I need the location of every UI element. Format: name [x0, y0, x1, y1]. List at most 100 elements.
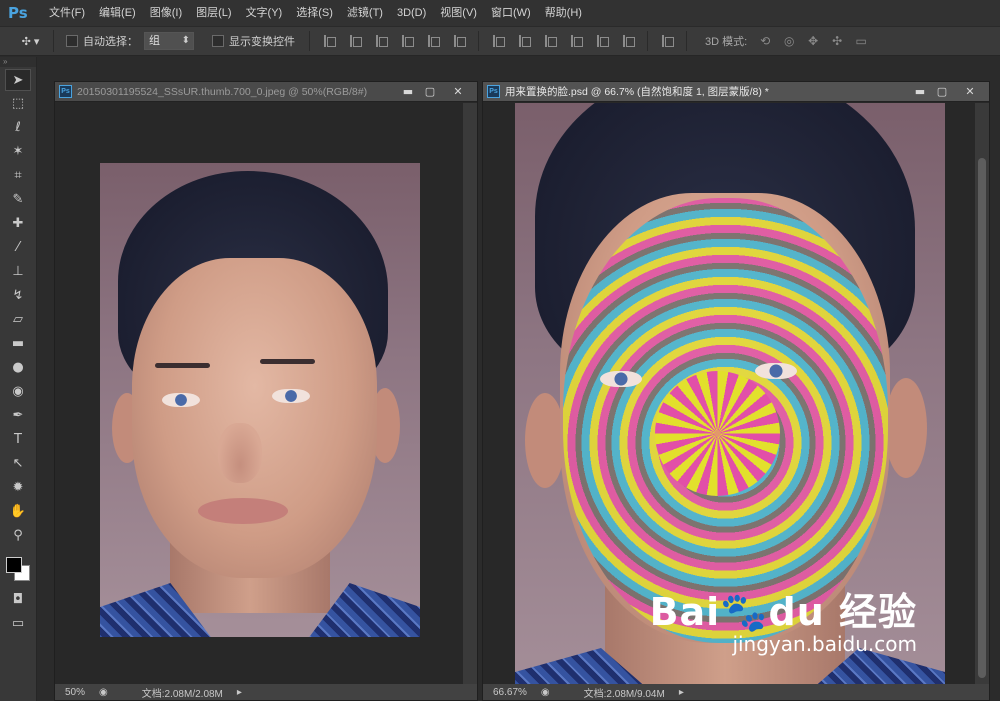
- status-menu-icon[interactable]: ◉: [541, 687, 550, 698]
- align-hcenter-icon[interactable]: [426, 34, 440, 48]
- tools-panel: » ➤ ⬚ ℓ ✶ ⌗ ✎ ✚ ⁄ ⊥ ↯ ▱ ▬ ● ◉ ✒ T ↖ ✹ ✋ …: [0, 57, 37, 701]
- close-button[interactable]: ✕: [447, 84, 469, 100]
- screen-mode-icon[interactable]: ▭: [5, 613, 31, 635]
- menu-image[interactable]: 图像(I): [143, 0, 189, 26]
- gradient-tool-icon[interactable]: ▬: [5, 333, 31, 355]
- menu-filter[interactable]: 滤镜(T): [340, 0, 390, 26]
- history-brush-tool-icon[interactable]: ↯: [5, 285, 31, 307]
- menu-bar: Ps 文件(F) 编辑(E) 图像(I) 图层(L) 文字(Y) 选择(S) 滤…: [0, 0, 1000, 26]
- separator: [647, 31, 648, 51]
- status-menu-icon[interactable]: ◉: [99, 687, 108, 698]
- center-flower-pattern: [655, 371, 780, 496]
- crop-tool-icon[interactable]: ⌗: [5, 165, 31, 187]
- document-title: 20150301195524_SSsUR.thumb.700_0.jpeg @ …: [77, 85, 368, 98]
- 3d-pan-icon[interactable]: ✥: [805, 34, 821, 48]
- magic-wand-tool-icon[interactable]: ✶: [5, 141, 31, 163]
- separator: [686, 31, 687, 51]
- distribute-hcenter-icon[interactable]: [595, 34, 609, 48]
- vertical-scrollbar[interactable]: [975, 103, 989, 684]
- minimize-button[interactable]: ▬: [397, 84, 419, 100]
- auto-select-dropdown[interactable]: 组: [144, 32, 194, 50]
- auto-select-checkbox[interactable]: [66, 35, 78, 47]
- move-tool-preset-icon[interactable]: ✣ ▾: [8, 30, 54, 52]
- lips: [198, 498, 288, 524]
- menu-3d[interactable]: 3D(D): [390, 0, 433, 26]
- status-bar: 66.67% ◉ 文档:2.08M/9.04M ▸: [483, 684, 989, 700]
- align-right-icon[interactable]: [452, 34, 466, 48]
- brush-tool-icon[interactable]: ⁄: [5, 237, 31, 259]
- dodge-tool-icon[interactable]: ◉: [5, 381, 31, 403]
- quick-mask-icon[interactable]: ◘: [5, 589, 31, 611]
- menu-select[interactable]: 选择(S): [289, 0, 340, 26]
- foreground-color-swatch[interactable]: [6, 557, 22, 573]
- panel-collapse-icon[interactable]: »: [0, 57, 36, 67]
- maximize-button[interactable]: ▢: [419, 84, 441, 100]
- hand-tool-icon[interactable]: ✋: [5, 501, 31, 523]
- close-button[interactable]: ✕: [959, 84, 981, 100]
- document-canvas[interactable]: [55, 103, 463, 684]
- custom-shape-tool-icon[interactable]: ✹: [5, 477, 31, 499]
- status-arrow-icon[interactable]: ▸: [237, 687, 242, 698]
- scrollbar-thumb[interactable]: [978, 158, 986, 678]
- auto-select-label: 自动选择：: [83, 36, 138, 48]
- left-eyebrow: [155, 363, 210, 368]
- clone-stamp-tool-icon[interactable]: ⊥: [5, 261, 31, 283]
- move-tool-icon[interactable]: ➤: [5, 69, 31, 91]
- 3d-mode-label: 3D 模式:: [705, 36, 748, 48]
- menu-file[interactable]: 文件(F): [42, 0, 92, 26]
- right-eye: [755, 363, 797, 379]
- menu-view[interactable]: 视图(V): [433, 0, 484, 26]
- document-window-original: Ps 20150301195524_SSsUR.thumb.700_0.jpeg…: [54, 81, 478, 701]
- blur-tool-icon[interactable]: ●: [5, 357, 31, 379]
- status-bar: 50% ◉ 文档:2.08M/2.08M ▸: [55, 684, 477, 700]
- vertical-scrollbar[interactable]: [463, 103, 477, 684]
- color-swatches[interactable]: [4, 553, 34, 583]
- menu-window[interactable]: 窗口(W): [484, 0, 538, 26]
- show-transform-checkbox[interactable]: [212, 35, 224, 47]
- separator: [478, 31, 479, 51]
- status-arrow-icon[interactable]: ▸: [679, 687, 684, 698]
- zoom-level[interactable]: 66.67%: [493, 687, 527, 698]
- distribute-bottom-icon[interactable]: [543, 34, 557, 48]
- ps-document-icon: Ps: [59, 85, 72, 98]
- right-eye: [272, 389, 310, 403]
- healing-brush-tool-icon[interactable]: ✚: [5, 213, 31, 235]
- align-vcenter-icon[interactable]: [348, 34, 362, 48]
- pen-tool-icon[interactable]: ✒: [5, 405, 31, 427]
- menu-type[interactable]: 文字(Y): [239, 0, 290, 26]
- zoom-tool-icon[interactable]: ⚲: [5, 525, 31, 547]
- 3d-roll-icon[interactable]: ◎: [781, 34, 797, 48]
- distribute-right-icon[interactable]: [621, 34, 635, 48]
- auto-align-layers-icon[interactable]: [660, 34, 674, 48]
- menu-edit[interactable]: 编辑(E): [92, 0, 143, 26]
- marquee-tool-icon[interactable]: ⬚: [5, 93, 31, 115]
- align-left-icon[interactable]: [400, 34, 414, 48]
- baidu-logo: Bai🐾du 经验: [649, 590, 917, 634]
- document-canvas[interactable]: Bai🐾du 经验 jingyan.baidu.com: [483, 103, 975, 684]
- align-top-icon[interactable]: [322, 34, 336, 48]
- eraser-tool-icon[interactable]: ▱: [5, 309, 31, 331]
- nose: [218, 423, 262, 483]
- menu-help[interactable]: 帮助(H): [538, 0, 589, 26]
- 3d-slide-icon[interactable]: ✣: [829, 34, 845, 48]
- distribute-vcenter-icon[interactable]: [517, 34, 531, 48]
- distribute-left-icon[interactable]: [569, 34, 583, 48]
- eyedropper-tool-icon[interactable]: ✎: [5, 189, 31, 211]
- distribute-top-icon[interactable]: [491, 34, 505, 48]
- menu-layer[interactable]: 图层(L): [189, 0, 238, 26]
- document-title-bar[interactable]: Ps 20150301195524_SSsUR.thumb.700_0.jpeg…: [55, 82, 477, 102]
- ps-document-icon: Ps: [487, 85, 500, 98]
- photoshop-logo: Ps: [8, 4, 28, 22]
- align-bottom-icon[interactable]: [374, 34, 388, 48]
- maximize-button[interactable]: ▢: [931, 84, 953, 100]
- path-selection-tool-icon[interactable]: ↖: [5, 453, 31, 475]
- zoom-level[interactable]: 50%: [65, 687, 85, 698]
- document-window-displacement: Ps 用来置换的脸.psd @ 66.7% (自然饱和度 1, 图层蒙版/8) …: [482, 81, 990, 701]
- lasso-tool-icon[interactable]: ℓ: [5, 117, 31, 139]
- 3d-scale-icon[interactable]: ▭: [853, 34, 869, 48]
- type-tool-icon[interactable]: T: [5, 429, 31, 451]
- baidu-jingyan-watermark: Bai🐾du 经验 jingyan.baidu.com: [650, 581, 917, 656]
- 3d-rotate-icon[interactable]: ⟲: [757, 34, 773, 48]
- document-title-bar[interactable]: Ps 用来置换的脸.psd @ 66.7% (自然饱和度 1, 图层蒙版/8) …: [483, 82, 989, 102]
- minimize-button[interactable]: ▬: [909, 84, 931, 100]
